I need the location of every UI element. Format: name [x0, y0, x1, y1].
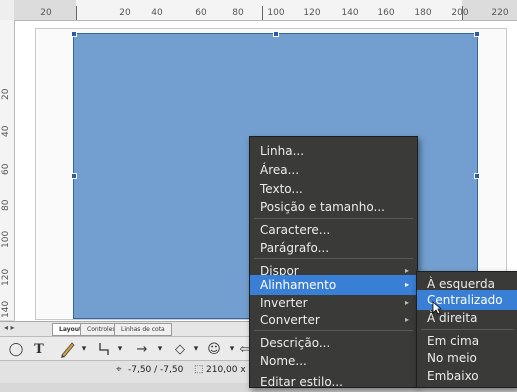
alignment-submenu: À esquerda Centralizado À direita Em cim… [416, 271, 517, 388]
menu-item-label: Parágrafo... [260, 241, 330, 255]
menu-item-label: Embaixo [427, 369, 479, 383]
dropdown-arrow-icon[interactable]: ▾ [192, 340, 200, 358]
menu-item-character[interactable]: Caractere... [250, 220, 417, 240]
selection-handle[interactable] [71, 173, 77, 179]
menu-separator [254, 330, 413, 331]
menu-item-paragraph[interactable]: Parágrafo... [250, 238, 417, 258]
dropdown-arrow-icon[interactable]: ▾ [156, 340, 164, 358]
context-menu: Linha... Área... Texto... Posição e tama… [249, 136, 418, 389]
ruler-tick: 80 [232, 8, 244, 18]
arrow-line-icon[interactable]: → [134, 340, 150, 358]
horizontal-ruler[interactable]: 20 20 40 60 80 100 120 140 160 180 200 2… [14, 0, 517, 21]
menu-separator [421, 329, 514, 330]
connector-icon[interactable] [96, 340, 112, 358]
ruler-tick: 100 [267, 8, 285, 18]
tab-scroll-arrows[interactable]: ◂ ▸ [4, 323, 15, 332]
diamond-icon[interactable]: ◇ [172, 340, 188, 358]
ellipse-icon[interactable]: ◯ [8, 340, 24, 358]
menu-item-label: Editar estilo... [260, 375, 343, 389]
ruler-tick: 120 [1, 268, 11, 286]
dropdown-arrow-icon[interactable]: ▾ [228, 340, 236, 358]
menu-item-area[interactable]: Área... [250, 160, 417, 180]
selection-handle[interactable] [474, 31, 480, 37]
menu-item-label: Posição e tamanho... [260, 200, 385, 214]
submenu-arrow-icon: ▸ [404, 280, 409, 289]
selection-handle[interactable] [273, 31, 279, 37]
menu-separator [254, 258, 413, 259]
pencil-icon[interactable] [58, 340, 78, 358]
selection-handle[interactable] [474, 173, 480, 179]
ruler-tick: 160 [377, 8, 395, 18]
menu-item-name[interactable]: Nome... [250, 351, 417, 371]
menu-item-label: Converter [260, 313, 320, 327]
position-icon: ⌖ [116, 364, 122, 375]
menu-item-label: Alinhamento [260, 278, 337, 292]
mouse-cursor-icon [432, 301, 442, 315]
tab-dimension-lines[interactable]: Linhas de cota [114, 323, 172, 336]
menu-item-label: Caractere... [260, 223, 331, 237]
menu-item-position-size[interactable]: Posição e tamanho... [250, 197, 417, 217]
ruler-tick: 40 [1, 125, 11, 137]
dropdown-arrow-icon[interactable]: ▾ [116, 340, 124, 358]
menu-item-edit-style[interactable]: Editar estilo... [250, 372, 417, 392]
ruler-tick: 220 [491, 8, 509, 18]
ruler-margin-right [462, 0, 517, 20]
size-icon: ⬚ [194, 364, 204, 375]
menu-item-label: No meio [427, 351, 477, 365]
menu-item-label: Nome... [260, 354, 307, 368]
ruler-tick: 100 [1, 230, 11, 248]
ruler-tick: 120 [303, 8, 321, 18]
dropdown-arrow-icon[interactable]: ▾ [80, 340, 88, 358]
ruler-tick: 140 [1, 300, 11, 318]
ruler-tick: 180 [414, 8, 432, 18]
selection-handle[interactable] [71, 31, 77, 37]
menu-item-label: Inverter [260, 296, 308, 310]
ruler-tick: 140 [341, 8, 359, 18]
vertical-ruler[interactable]: 20 40 60 80 100 120 140 [0, 20, 15, 320]
menu-item-line[interactable]: Linha... [250, 141, 417, 161]
menu-item-alignment[interactable]: Alinhamento ▸ [250, 275, 417, 295]
submenu-item-middle[interactable]: No meio [417, 348, 517, 368]
ruler-tick: 200 [451, 8, 469, 18]
menu-item-label: Em cima [427, 334, 480, 348]
ruler-tick: 20 [119, 8, 131, 18]
symbol-shapes-icon[interactable]: ☺ [206, 340, 222, 358]
menu-item-label: À esquerda [427, 277, 495, 291]
ruler-indent-marker[interactable] [462, 6, 463, 20]
ruler-tab-marker[interactable] [262, 6, 263, 20]
menu-item-label: Área... [260, 163, 300, 177]
menu-item-text[interactable]: Texto... [250, 179, 417, 199]
ruler-indent-marker[interactable] [76, 6, 77, 20]
ruler-tick: 80 [1, 199, 11, 211]
object-size-readout: 210,00 x 1 [206, 365, 255, 375]
ruler-tick: 40 [151, 8, 163, 18]
menu-item-convert[interactable]: Converter ▸ [250, 310, 417, 330]
menu-item-label: Linha... [260, 144, 305, 158]
ruler-tick: 20 [1, 88, 11, 100]
ruler-tick: 20 [40, 8, 52, 18]
menu-item-description[interactable]: Descrição... [250, 333, 417, 353]
menu-item-label: Texto... [260, 182, 303, 196]
ruler-corner [0, 0, 15, 21]
text-tool-icon[interactable]: T [32, 340, 46, 358]
ruler-tick: 60 [195, 8, 207, 18]
menu-item-label: Descrição... [260, 336, 331, 350]
ruler-tick: 60 [1, 163, 11, 175]
submenu-arrow-icon: ▸ [404, 315, 409, 324]
submenu-item-bottom[interactable]: Embaixo [417, 366, 517, 386]
menu-separator [254, 218, 413, 219]
cursor-position-readout: -7,50 / -7,50 [128, 365, 184, 375]
